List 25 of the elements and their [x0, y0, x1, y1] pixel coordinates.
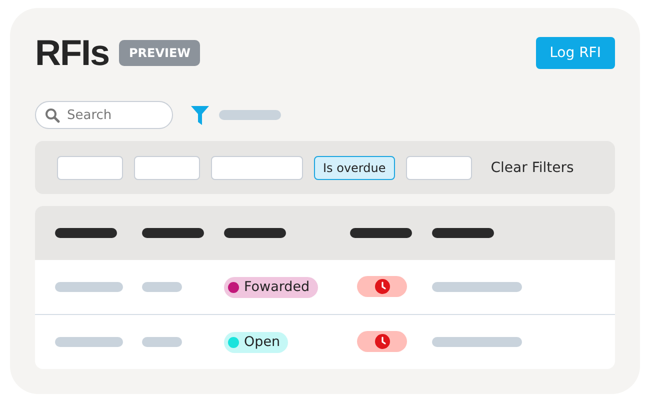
placeholder-bar: [55, 282, 123, 292]
preview-badge: PREVIEW: [119, 40, 200, 66]
filter-chip[interactable]: [211, 156, 303, 180]
clock-icon: [374, 279, 390, 294]
placeholder-bar: [55, 337, 123, 347]
clear-filters-link[interactable]: Clear Filters: [490, 160, 574, 176]
page-title: RFIs: [35, 32, 110, 74]
placeholder-bar: [142, 282, 182, 292]
clock-icon: [374, 334, 390, 349]
filter-chip[interactable]: Is overdue: [314, 156, 395, 180]
search-field[interactable]: Search: [35, 101, 173, 129]
search-icon: [45, 108, 60, 123]
column-header-bar: [55, 228, 117, 238]
filter-icon[interactable]: [191, 106, 209, 124]
placeholder-bar: [142, 337, 182, 347]
filter-chip[interactable]: [134, 156, 200, 180]
column-header-bar: [224, 228, 286, 238]
column-header-bar: [432, 228, 494, 238]
filter-chip[interactable]: [406, 156, 472, 180]
column-header-bar: [142, 228, 204, 238]
status-tag: Open: [224, 332, 288, 352]
column-header-bar: [350, 228, 412, 238]
filter-chip[interactable]: [57, 156, 123, 180]
placeholder-bar: [219, 110, 281, 120]
status-tag: Fowarded: [224, 276, 318, 298]
